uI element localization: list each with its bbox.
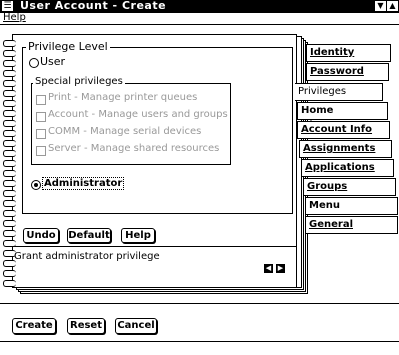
spiral-ring (3, 150, 16, 157)
system-menu-icon[interactable]: ☰ (2, 1, 13, 11)
tab-menu[interactable]: Menu (305, 197, 398, 215)
spiral-ring (3, 100, 16, 107)
spiral-ring (3, 90, 16, 97)
reset-button[interactable]: Reset (67, 318, 105, 334)
spiral-ring (3, 110, 16, 117)
spiral-ring (3, 50, 16, 57)
spiral-ring (3, 130, 16, 137)
tab-privileges[interactable]: Privileges (295, 83, 383, 101)
status-bar-line (0, 341, 399, 342)
cancel-button[interactable]: Cancel (115, 318, 157, 334)
print-privilege-label: Print - Manage printer queues (48, 92, 198, 103)
spiral-ring (3, 270, 16, 277)
spiral-ring (3, 70, 16, 77)
tab-groups[interactable]: Groups (303, 178, 396, 196)
user-radio-label[interactable]: User (40, 55, 65, 68)
spiral-ring (3, 210, 16, 217)
undo-button[interactable]: Undo (23, 228, 59, 243)
previous-page-icon[interactable]: ◀ (264, 264, 273, 273)
spiral-ring (3, 80, 16, 87)
user-radio[interactable] (29, 58, 39, 68)
spiral-ring (3, 180, 16, 187)
spiral-ring (3, 190, 16, 197)
tab-assignments[interactable]: Assignments (299, 140, 392, 158)
comm-checkbox[interactable] (36, 129, 46, 139)
tab-password[interactable]: Password (306, 63, 389, 81)
tab-applications[interactable]: Applications (301, 159, 394, 177)
privilege-group-label: Privilege Level (26, 40, 110, 53)
spiral-ring (3, 40, 16, 47)
administrator-radio[interactable] (31, 180, 41, 190)
tab-home-directory[interactable]: Home Directory (297, 102, 388, 131)
special-privileges-label: Special privileges (33, 76, 125, 87)
tab-account-info[interactable]: Account Info (297, 121, 390, 139)
spiral-ring (3, 230, 16, 237)
spiral-ring (3, 60, 16, 67)
title-bar: ☰ User Account - Create ▼ ▲ (0, 0, 399, 13)
account-privilege-label: Account - Manage users and groups (48, 109, 228, 120)
account-checkbox[interactable] (36, 112, 46, 122)
server-checkbox[interactable] (36, 146, 46, 156)
status-separator (13, 246, 296, 247)
tab-identity[interactable]: Identity (306, 44, 391, 62)
spiral-ring (3, 220, 16, 227)
spiral-ring (3, 170, 16, 177)
print-checkbox[interactable] (36, 95, 46, 105)
default-button[interactable]: Default (67, 228, 111, 243)
spiral-ring (3, 120, 16, 127)
bottom-separator (0, 303, 399, 304)
tab-general[interactable]: General (305, 216, 398, 234)
create-button[interactable]: Create (12, 318, 56, 334)
help-button[interactable]: Help (121, 228, 155, 243)
minimize-icon[interactable]: ▼ (375, 1, 386, 11)
server-privilege-label: Server - Manage shared resources (48, 143, 220, 154)
administrator-radio-label[interactable]: Administrator (42, 177, 125, 190)
menu-bar: Help (0, 12, 399, 25)
status-text: Grant administrator privilege (14, 251, 160, 262)
window-title: User Account - Create (20, 0, 167, 12)
comm-privilege-label: COMM - Manage serial devices (48, 126, 202, 137)
spiral-ring (3, 140, 16, 147)
spiral-ring (3, 280, 16, 287)
maximize-icon[interactable]: ▲ (387, 1, 398, 11)
spiral-ring (3, 160, 16, 167)
next-page-icon[interactable]: ▶ (276, 264, 285, 273)
menu-help[interactable]: Help (3, 12, 26, 23)
spiral-ring (3, 200, 16, 207)
